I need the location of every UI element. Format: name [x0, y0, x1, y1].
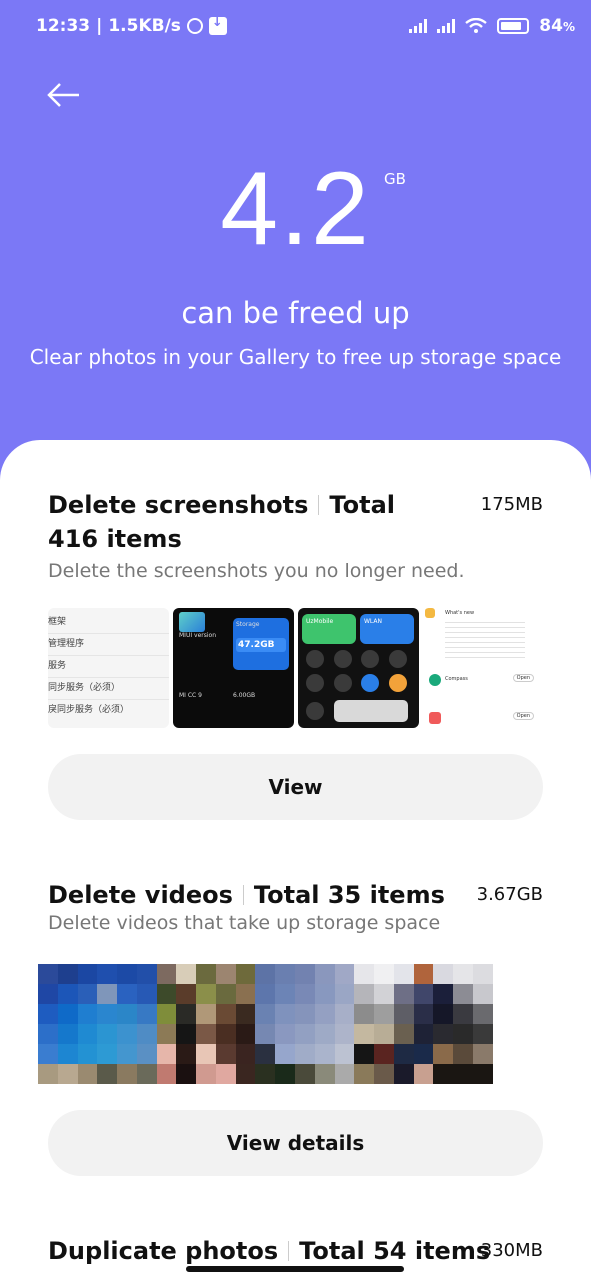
- amount-unit: GB: [384, 170, 406, 188]
- alarm-icon: [186, 18, 203, 34]
- screenshot-thumb[interactable]: MIUI version Storage 47.2GB MI CC 9 6.00…: [173, 608, 294, 728]
- screenshot-thumbnails: 框架 管理程序 服务 同步服务（必须） 戾同步服务（必须） MIUI versi…: [48, 608, 543, 728]
- battery-level: 84%: [539, 16, 575, 36]
- signal-icon: [409, 19, 428, 33]
- freeable-amount: 4.2: [220, 151, 371, 267]
- battery-icon: [497, 18, 530, 34]
- videos-description: Delete videos that take up storage space: [48, 912, 441, 934]
- duplicates-title: Duplicate photos Total 54 items: [48, 1237, 491, 1265]
- screenshot-thumb[interactable]: UzMobile WLAN: [298, 608, 419, 728]
- videos-section: Delete videos Total 35 items 3.67GB Delet…: [48, 878, 543, 934]
- network-speed: 1.5KB/s: [108, 16, 181, 36]
- wifi-icon: [465, 18, 488, 33]
- download-icon: [208, 15, 227, 35]
- home-indicator[interactable]: [186, 1266, 404, 1272]
- status-divider: |: [96, 16, 103, 36]
- hero-header: 12:33 | 1.5KB/s 84% 4.2 GB can be freed …: [0, 0, 591, 480]
- duplicates-section: Duplicate photos Total 54 items 330MB: [48, 1234, 543, 1268]
- status-bar: 12:33 | 1.5KB/s 84%: [36, 12, 575, 40]
- back-arrow-icon[interactable]: [46, 80, 82, 110]
- videos-title: Delete videos Total 35 items: [48, 881, 445, 909]
- screenshots-description: Delete the screenshots you no longer nee…: [48, 560, 465, 582]
- screenshots-section: Delete screenshots Total 416 items 175MB …: [48, 488, 543, 582]
- video-thumbnails-blurred[interactable]: [38, 964, 552, 1084]
- duplicates-size: 330MB: [480, 1240, 543, 1261]
- screenshot-thumb[interactable]: What's new Compass Open Open: [423, 608, 540, 728]
- screenshots-title: Delete screenshots Total 416 items: [48, 491, 395, 553]
- clock: 12:33: [36, 16, 91, 36]
- screenshots-size: 175MB: [480, 494, 543, 515]
- signal-icon-2: [437, 19, 456, 33]
- videos-size: 3.67GB: [476, 884, 543, 905]
- view-screenshots-button[interactable]: View: [48, 754, 543, 820]
- view-video-details-button[interactable]: View details: [48, 1110, 543, 1176]
- screenshot-thumb[interactable]: 框架 管理程序 服务 同步服务（必须） 戾同步服务（必须）: [48, 608, 169, 728]
- freeable-headline: can be freed up: [181, 296, 410, 330]
- freeable-subtitle: Clear photos in your Gallery to free up …: [29, 345, 562, 369]
